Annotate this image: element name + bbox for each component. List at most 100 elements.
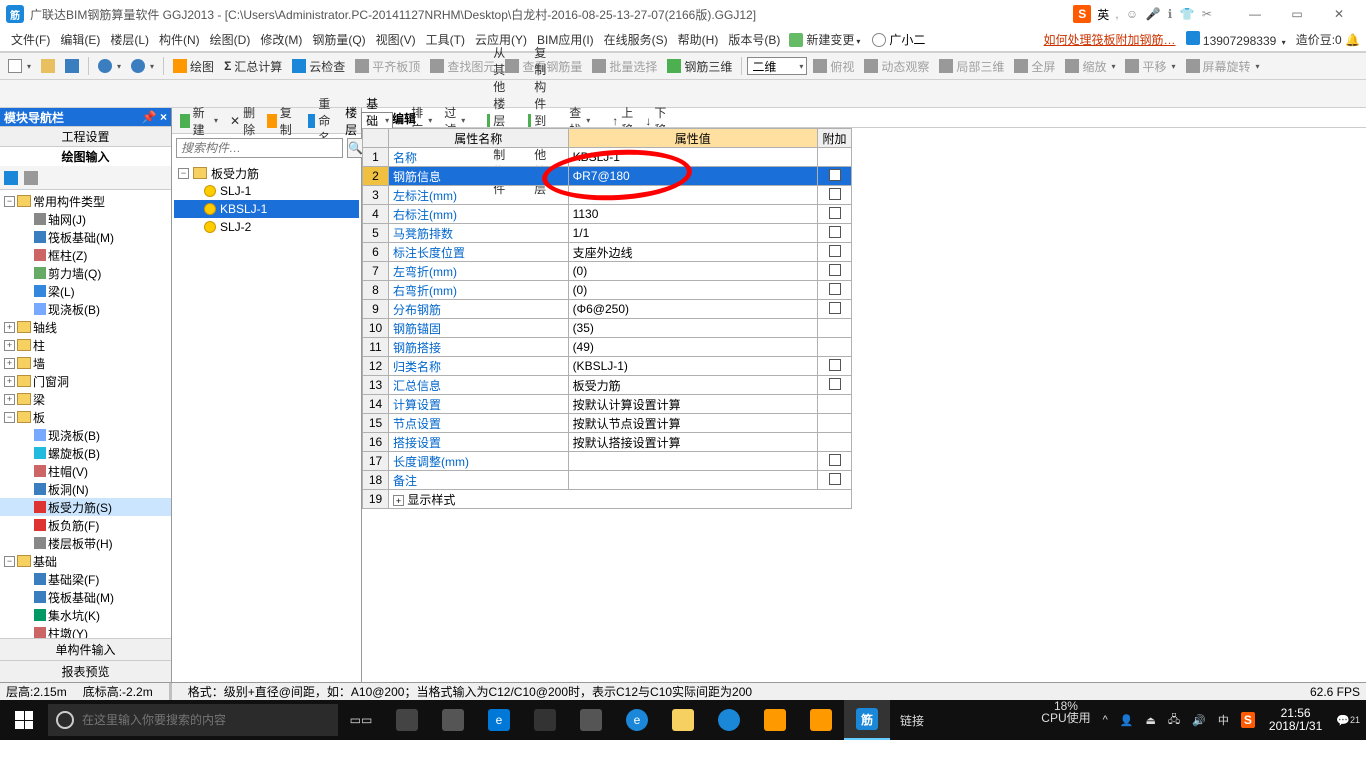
taskbar-app[interactable]	[384, 700, 430, 740]
prop-value[interactable]: 按默认搭接设置计算	[568, 433, 817, 452]
tree-node-common[interactable]: 常用构件类型	[33, 193, 105, 210]
taskbar-ggj-app[interactable]: 筋	[844, 700, 890, 740]
pin-icon[interactable]: 📌 ×	[142, 110, 167, 124]
phone-display[interactable]: 13907298339	[1186, 31, 1286, 48]
sidebar-tool2-icon[interactable]	[24, 171, 38, 185]
tab-report-preview[interactable]: 报表预览	[0, 660, 171, 682]
prop-value[interactable]: 1130	[568, 205, 817, 224]
tab-engineering-settings[interactable]: 工程设置	[0, 126, 171, 146]
menu-file[interactable]: 文件(F)	[6, 31, 55, 48]
prop-add-checkbox[interactable]	[818, 395, 852, 414]
open-file-button[interactable]	[37, 57, 59, 75]
property-row[interactable]: 18备注	[363, 471, 852, 490]
undo-button[interactable]	[94, 57, 125, 75]
taskbar-links-label[interactable]: 链接	[890, 712, 934, 729]
tray-ime-label[interactable]: 中	[1212, 700, 1235, 740]
prop-add-checkbox[interactable]	[818, 338, 852, 357]
taskbar-app[interactable]	[522, 700, 568, 740]
menu-help[interactable]: 帮助(H)	[673, 31, 724, 48]
new-change-button[interactable]: 新建变更	[785, 31, 864, 48]
search-component-input[interactable]	[176, 138, 343, 158]
property-row[interactable]: 15节点设置按默认节点设置计算	[363, 414, 852, 433]
property-row[interactable]: 11钢筋搭接(49)	[363, 338, 852, 357]
view-mode-combo[interactable]: 二维	[747, 57, 807, 75]
minimize-button[interactable]: —	[1234, 2, 1276, 26]
sum-calc-button[interactable]: Σ 汇总计算	[220, 56, 286, 77]
taskbar-app[interactable]	[430, 700, 476, 740]
tray-cpu[interactable]: 18%CPU使用	[1035, 700, 1096, 740]
zoom-button[interactable]: 缩放	[1061, 56, 1119, 77]
property-row[interactable]: 2钢筋信息ΦR7@180	[363, 167, 852, 186]
menu-online[interactable]: 在线服务(S)	[599, 31, 673, 48]
property-row[interactable]: 17长度调整(mm)	[363, 452, 852, 471]
property-row[interactable]: 5马凳筋排数1/1	[363, 224, 852, 243]
taskbar-app[interactable]	[706, 700, 752, 740]
prop-value[interactable]: (35)	[568, 319, 817, 338]
property-row[interactable]: 3左标注(mm)	[363, 186, 852, 205]
prop-add-checkbox[interactable]	[818, 205, 852, 224]
local-3d-button[interactable]: 局部三维	[935, 56, 1008, 77]
component-type-tree[interactable]: −常用构件类型 轴网(J) 筏板基础(M) 框柱(Z) 剪力墙(Q) 梁(L) …	[0, 190, 171, 638]
expand-button[interactable]: +	[393, 495, 404, 506]
property-row[interactable]: 9分布钢筋(Φ6@250)	[363, 300, 852, 319]
menu-rebar[interactable]: 钢筋量(Q)	[307, 31, 370, 48]
tray-network-icon[interactable]: 🖧	[1162, 700, 1186, 740]
pan-button[interactable]: 平移	[1121, 56, 1179, 77]
tray-up-arrow[interactable]: ^	[1097, 700, 1114, 740]
prop-add-checkbox[interactable]	[818, 471, 852, 490]
prop-add-checkbox[interactable]	[818, 433, 852, 452]
align-top-button[interactable]: 平齐板顶	[351, 56, 424, 77]
rebar-3d-button[interactable]: 钢筋三维	[663, 56, 736, 77]
prop-value[interactable]: (KBSLJ-1)	[568, 357, 817, 376]
cortana-input[interactable]	[82, 713, 338, 727]
task-view-button[interactable]: ▭▭	[338, 700, 384, 740]
property-row[interactable]: 14计算设置按默认计算设置计算	[363, 395, 852, 414]
prop-add-checkbox[interactable]	[818, 186, 852, 205]
prop-add-checkbox[interactable]	[818, 357, 852, 376]
top-view-button[interactable]: 俯视	[809, 56, 858, 77]
prop-value[interactable]: KBSLJ-1	[568, 148, 817, 167]
user-button[interactable]: 广小二	[872, 31, 925, 48]
prop-add-checkbox[interactable]	[818, 281, 852, 300]
menu-modify[interactable]: 修改(M)	[255, 31, 307, 48]
prop-add-checkbox[interactable]	[818, 148, 852, 167]
property-row[interactable]: 10钢筋锚固(35)	[363, 319, 852, 338]
property-row[interactable]: 1名称KBSLJ-1	[363, 148, 852, 167]
floor-combo[interactable]: 基础层	[361, 112, 393, 130]
tray-safe-remove-icon[interactable]: ⏏	[1140, 700, 1162, 740]
prop-value[interactable]: (0)	[568, 281, 817, 300]
property-row[interactable]: 13汇总信息板受力筋	[363, 376, 852, 395]
menu-component[interactable]: 构件(N)	[154, 31, 205, 48]
property-row[interactable]: 7左弯折(mm)(0)	[363, 262, 852, 281]
tray-notifications[interactable]: 💬21	[1330, 700, 1366, 740]
prop-value[interactable]	[568, 452, 817, 471]
taskbar-app[interactable]	[752, 700, 798, 740]
prop-add-checkbox[interactable]	[818, 376, 852, 395]
prop-value[interactable]: (0)	[568, 262, 817, 281]
prop-value[interactable]: (Φ6@250)	[568, 300, 817, 319]
menu-view[interactable]: 视图(V)	[371, 31, 421, 48]
close-button[interactable]: ✕	[1318, 2, 1360, 26]
prop-value[interactable]: 1/1	[568, 224, 817, 243]
prop-value[interactable]: 按默认节点设置计算	[568, 414, 817, 433]
prop-value[interactable]: 板受力筋	[568, 376, 817, 395]
taskbar-edge[interactable]: e	[476, 700, 522, 740]
draw-button[interactable]: 绘图	[169, 56, 218, 77]
prop-value[interactable]: ΦR7@180	[568, 167, 817, 186]
save-file-button[interactable]	[61, 57, 83, 75]
taskbar-store[interactable]	[568, 700, 614, 740]
batch-select-button[interactable]: 批量选择	[588, 56, 661, 77]
tree-node-slab-main-bar[interactable]: 板受力筋(S)	[48, 499, 112, 516]
property-row[interactable]: 12归类名称(KBSLJ-1)	[363, 357, 852, 376]
dynamic-observe-button[interactable]: 动态观察	[860, 56, 933, 77]
redo-button[interactable]	[127, 57, 158, 75]
rotate-screen-button[interactable]: 屏幕旋转	[1182, 56, 1264, 77]
menu-edit[interactable]: 编辑(E)	[55, 31, 105, 48]
prop-add-checkbox[interactable]	[818, 319, 852, 338]
prop-add-checkbox[interactable]	[818, 300, 852, 319]
prop-add-checkbox[interactable]	[818, 167, 852, 186]
menu-floor[interactable]: 楼层(L)	[105, 31, 154, 48]
cloud-check-button[interactable]: 云检查	[288, 56, 349, 77]
maximize-button[interactable]: ▭	[1276, 2, 1318, 26]
tray-volume-icon[interactable]: 🔊	[1186, 700, 1212, 740]
